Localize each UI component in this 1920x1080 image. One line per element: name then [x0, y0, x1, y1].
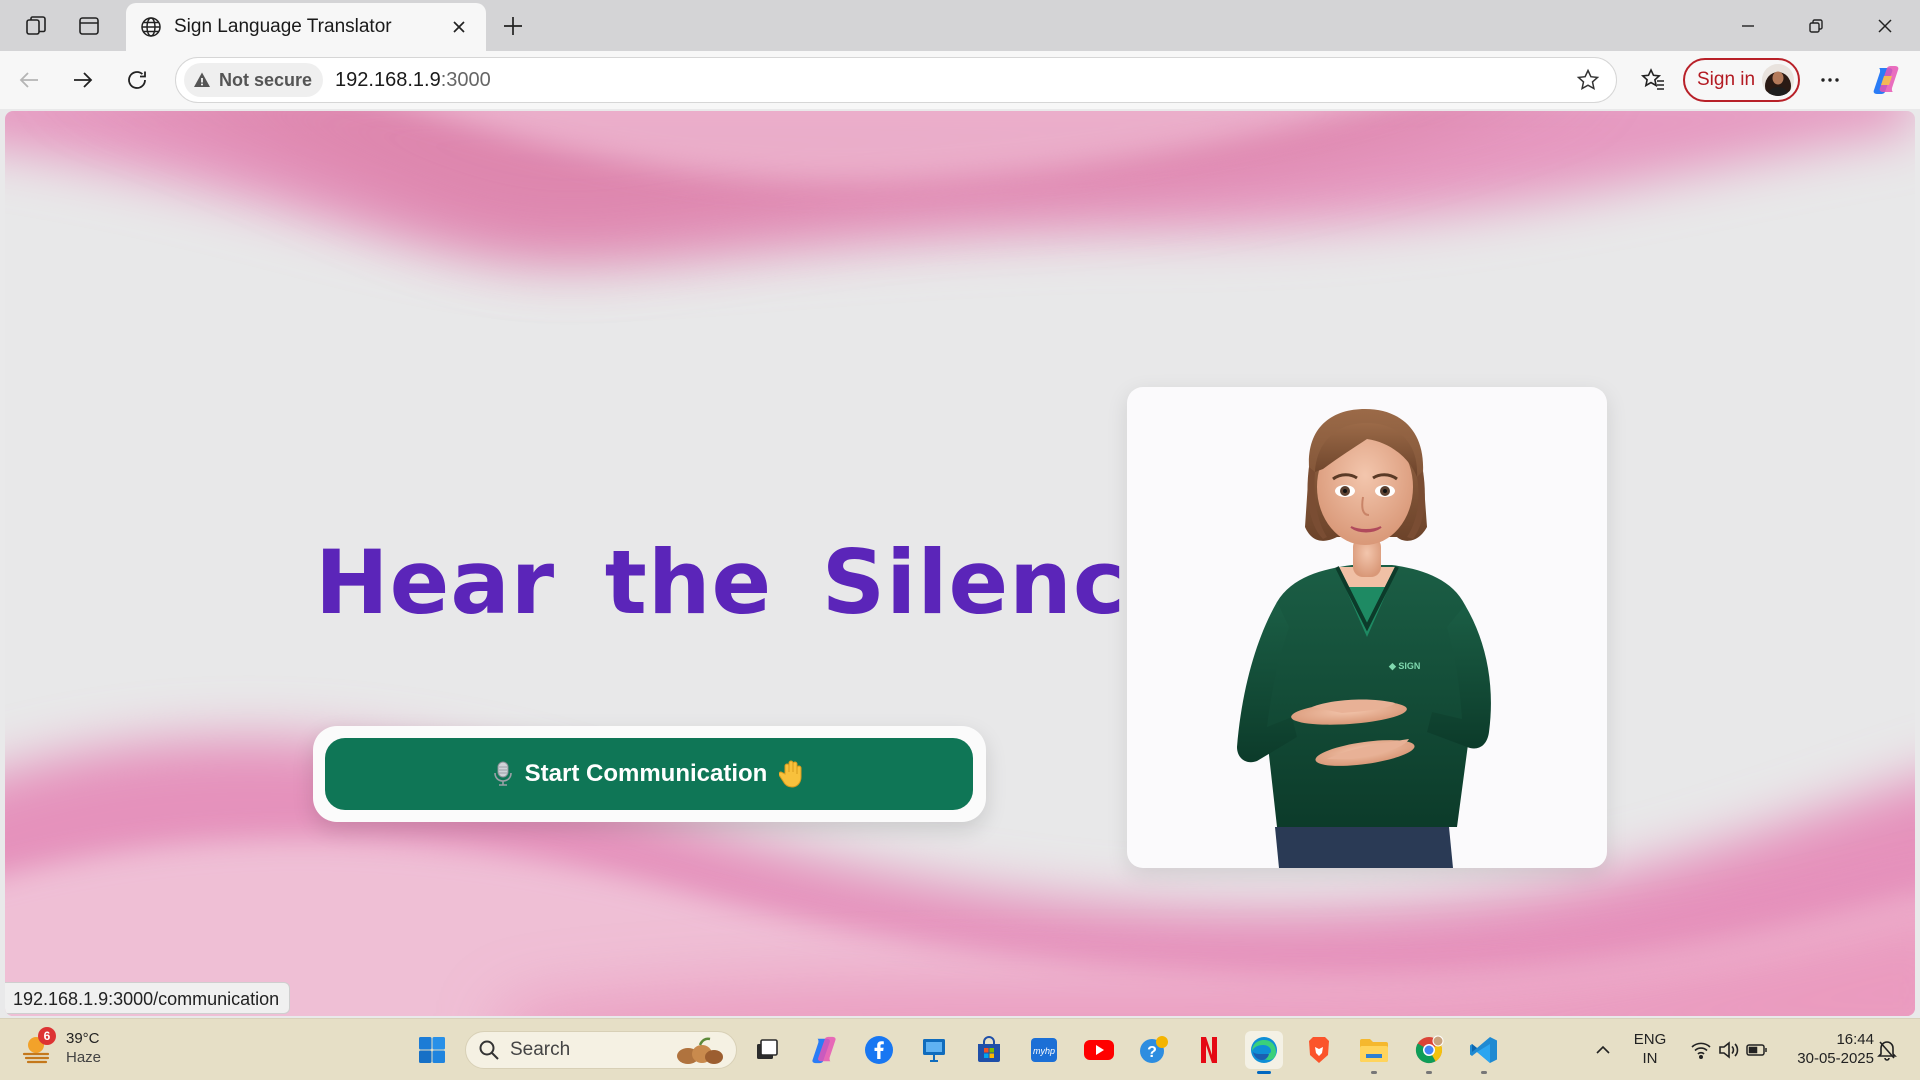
minimize-icon[interactable]: [1720, 6, 1776, 46]
chrome-icon[interactable]: [1410, 1031, 1448, 1074]
tab-sign-language-translator[interactable]: Sign Language Translator: [126, 3, 486, 51]
warning-icon: [193, 71, 211, 89]
security-chip[interactable]: Not secure: [184, 63, 324, 97]
weather-condition: Haze: [66, 1049, 102, 1066]
notifications-bell-icon[interactable]: [1872, 1031, 1902, 1069]
more-options-icon[interactable]: [1811, 61, 1849, 99]
start-communication-button[interactable]: Start Communication: [325, 738, 973, 810]
workspaces-icon[interactable]: [20, 10, 52, 42]
hero-title: Hear the Silence: [315, 531, 1187, 634]
browser-toolbar: Not secure 192.168.1.9:3000 Sign in: [0, 51, 1920, 109]
avatar-card: ◆ SIGN: [1127, 387, 1607, 868]
url-text[interactable]: 192.168.1.9:3000: [335, 69, 491, 92]
myhp-icon[interactable]: myhp: [1025, 1031, 1063, 1069]
svg-text:myhp: myhp: [1033, 1046, 1055, 1056]
back-icon[interactable]: [10, 61, 48, 99]
clock-time: 16:44: [1836, 1031, 1874, 1048]
sign-in-button[interactable]: Sign in: [1683, 58, 1800, 102]
svg-text:?: ?: [1147, 1044, 1157, 1061]
active-indicator: [1257, 1071, 1271, 1074]
running-indicator: [1481, 1071, 1487, 1074]
sign-in-label: Sign in: [1697, 69, 1756, 90]
close-tab-icon[interactable]: [446, 14, 472, 40]
running-indicator: [1426, 1071, 1432, 1074]
address-bar[interactable]: Not secure 192.168.1.9:3000: [175, 57, 1617, 103]
system-tray-status[interactable]: [1684, 1031, 1774, 1069]
search-label: Search: [510, 1039, 571, 1060]
clock[interactable]: 16:44 30-05-2025: [1784, 1030, 1874, 1068]
search-highlight-icon: [670, 1036, 730, 1066]
copilot-app-icon[interactable]: [805, 1031, 843, 1069]
restore-icon[interactable]: [1788, 6, 1844, 46]
windows-taskbar: 6 39°C Haze Search myhp ? ENG IN 16:44 3…: [0, 1018, 1920, 1080]
status-bar-url: 192.168.1.9:3000/communication: [5, 982, 291, 1014]
edge-browser-icon[interactable]: [1245, 1031, 1283, 1074]
refresh-icon[interactable]: [118, 61, 156, 99]
start-menu-icon[interactable]: [413, 1031, 451, 1069]
language-indicator[interactable]: ENG IN: [1628, 1030, 1672, 1068]
security-label: Not secure: [219, 69, 313, 90]
globe-icon: [140, 16, 162, 38]
get-help-icon[interactable]: ?: [1135, 1031, 1173, 1069]
vscode-icon[interactable]: [1465, 1031, 1503, 1074]
tab-title: Sign Language Translator: [174, 16, 392, 37]
region-code: IN: [1642, 1050, 1658, 1067]
file-explorer-icon[interactable]: [1355, 1031, 1393, 1074]
cta-label: Start Communication: [524, 760, 768, 787]
url-host: 192.168.1.9: [335, 68, 441, 91]
weather-widget[interactable]: 6 39°C Haze: [20, 1027, 102, 1067]
youtube-icon[interactable]: [1080, 1031, 1118, 1069]
weather-temp: 39°C: [66, 1030, 100, 1047]
favorite-star-icon[interactable]: [1572, 64, 1604, 96]
wifi-icon: [1690, 1041, 1712, 1059]
page-viewport: Hear the Silence Start Communication ◆ S…: [5, 111, 1915, 1016]
forward-icon[interactable]: [64, 61, 102, 99]
microsoft-store-icon[interactable]: [970, 1031, 1008, 1069]
microphone-icon: [493, 761, 513, 787]
weather-alert-badge: 6: [38, 1027, 56, 1045]
search-icon: [478, 1039, 500, 1061]
clock-date: 30-05-2025: [1797, 1050, 1874, 1067]
brave-browser-icon[interactable]: [1300, 1031, 1338, 1069]
volume-icon: [1718, 1041, 1740, 1059]
new-tab-icon[interactable]: [496, 9, 530, 43]
raised-hand-icon: [779, 760, 805, 788]
favorites-icon[interactable]: [1634, 61, 1672, 99]
url-port: :3000: [440, 68, 491, 91]
profile-avatar: [1762, 64, 1794, 96]
task-view-icon[interactable]: [748, 1031, 786, 1069]
copilot-icon[interactable]: [1867, 61, 1905, 99]
close-window-icon[interactable]: [1857, 6, 1913, 46]
taskbar-search[interactable]: Search: [465, 1031, 737, 1069]
running-indicator: [1371, 1071, 1377, 1074]
show-hidden-icons-icon[interactable]: [1584, 1031, 1622, 1069]
vertical-tabs-icon[interactable]: [73, 10, 105, 42]
remote-desktop-icon[interactable]: [915, 1031, 953, 1069]
svg-text:◆ SIGN: ◆ SIGN: [1388, 661, 1420, 671]
facebook-icon[interactable]: [860, 1031, 898, 1069]
signing-avatar-illustration: ◆ SIGN: [1237, 409, 1491, 868]
netflix-icon[interactable]: [1190, 1031, 1228, 1069]
battery-icon: [1746, 1043, 1768, 1057]
tab-strip: Sign Language Translator: [0, 0, 1920, 51]
language-code: ENG: [1633, 1031, 1667, 1048]
